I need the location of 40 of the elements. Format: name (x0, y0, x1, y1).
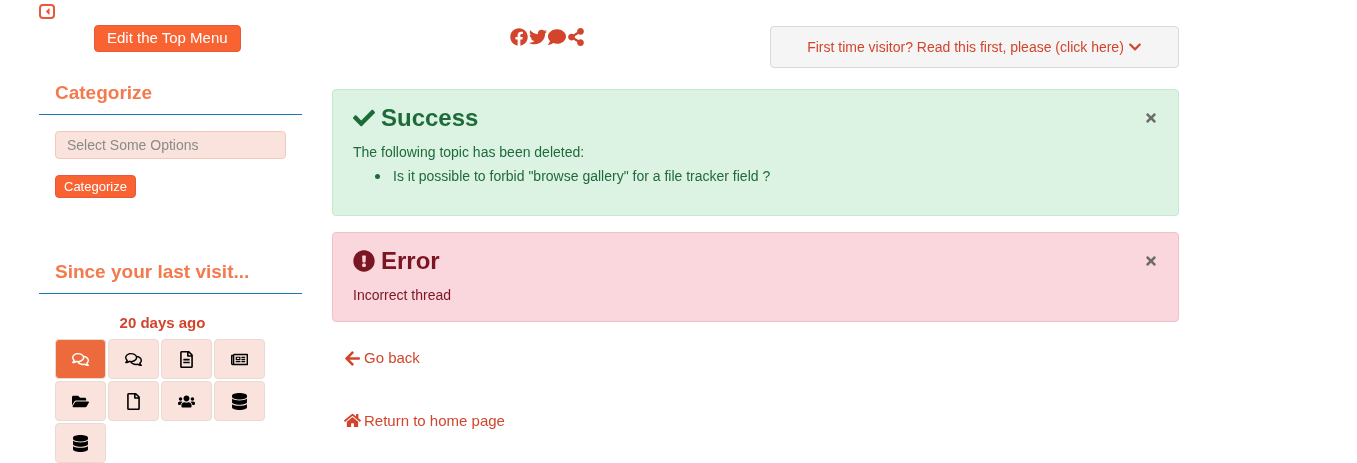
database-icon (72, 434, 89, 452)
alert-title: Success (381, 104, 479, 132)
alert-title: Error (381, 247, 440, 275)
select-options-field[interactable]: Select Some Options (55, 130, 286, 159)
categorize-button[interactable]: Categorize (55, 174, 136, 198)
activity-tab[interactable] (161, 339, 212, 379)
first-visitor-button[interactable]: First time visitor? Read this first, please (click here) (770, 26, 1179, 68)
database-icon (231, 392, 248, 410)
time-ago: 20 days ago (118, 312, 207, 333)
close-icon[interactable] (1144, 111, 1158, 125)
alert-message: The following topic has been deleted: (353, 143, 586, 162)
deleted-topic: Is it possible to forbid "browse gallery" for a file tracker field ? (393, 167, 771, 186)
check-icon (353, 107, 375, 129)
arrow-left-icon (344, 349, 361, 367)
facebook-icon[interactable] (510, 28, 528, 46)
alert-message: Incorrect thread (353, 286, 453, 305)
back-link[interactable]: Go back (344, 347, 420, 370)
section-heading: Categorize (39, 79, 302, 115)
edit-top-menu-button[interactable]: Edit the Top Menu (94, 25, 241, 53)
file-icon (125, 392, 142, 410)
activity-tab[interactable] (108, 339, 159, 379)
activity-tab[interactable] (108, 381, 159, 421)
comments-icon (125, 350, 142, 368)
activity-tab[interactable] (55, 423, 106, 463)
activity-tab[interactable] (214, 381, 265, 421)
home-icon (344, 412, 361, 430)
activity-tab[interactable] (214, 339, 265, 379)
close-icon[interactable] (1144, 254, 1158, 268)
collapse-toggle-icon[interactable] (39, 4, 55, 19)
comments-icon (72, 350, 89, 368)
twitter-icon[interactable] (529, 28, 547, 46)
bullet-icon (375, 174, 380, 179)
exclamation-icon (353, 250, 375, 272)
activity-tab[interactable] (161, 381, 212, 421)
home-link[interactable]: Return to home page (344, 409, 505, 432)
document-icon (178, 350, 195, 368)
comment-icon[interactable] (548, 28, 566, 46)
share-icon[interactable] (567, 28, 585, 46)
section-heading: Since your last visit... (39, 258, 302, 294)
activity-tab[interactable] (55, 381, 106, 421)
